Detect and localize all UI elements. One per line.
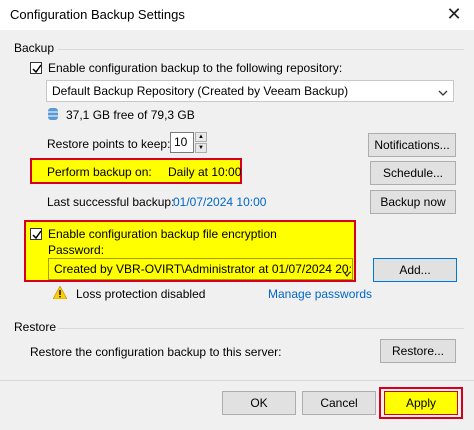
- password-select[interactable]: Created by VBR-OVIRT\Administrator at 01…: [48, 258, 353, 280]
- spin-up-icon[interactable]: ▲: [195, 132, 207, 142]
- checkmark-icon: [32, 230, 42, 240]
- window-title: Configuration Backup Settings: [10, 7, 185, 22]
- notifications-button[interactable]: Notifications...: [368, 133, 456, 157]
- cancel-button[interactable]: Cancel: [302, 391, 376, 415]
- chevron-down-icon: [343, 266, 351, 280]
- password-label: Password:: [48, 243, 105, 257]
- restore-description: Restore the configuration backup to this…: [30, 345, 282, 359]
- backup-now-button[interactable]: Backup now: [370, 190, 456, 214]
- free-space-text: 37,1 GB free of 79,3 GB: [66, 108, 195, 122]
- backup-group-divider: [58, 49, 464, 50]
- enable-encryption-checkbox[interactable]: [30, 228, 42, 240]
- restore-group-divider: [58, 328, 464, 329]
- ok-button[interactable]: OK: [222, 391, 296, 415]
- restore-points-label: Restore points to keep:: [47, 137, 171, 151]
- repository-value: Default Backup Repository (Created by Ve…: [52, 84, 349, 98]
- perform-backup-value: Daily at 10:00: [168, 165, 242, 179]
- checkmark-icon: [32, 64, 42, 74]
- footer-divider: [0, 380, 474, 381]
- last-success-label: Last successful backup:: [47, 195, 175, 209]
- warning-text: Loss protection disabled: [76, 287, 206, 301]
- password-value: Created by VBR-OVIRT\Administrator at 01…: [54, 262, 353, 276]
- perform-backup-label: Perform backup on:: [47, 165, 152, 179]
- backup-group-label: Backup: [14, 41, 55, 55]
- spin-down-icon[interactable]: ▼: [195, 143, 207, 153]
- repository-select[interactable]: Default Backup Repository (Created by Ve…: [46, 80, 454, 102]
- apply-button[interactable]: Apply: [384, 391, 458, 415]
- enable-encryption-label: Enable configuration backup file encrypt…: [48, 227, 277, 241]
- enable-backup-label: Enable configuration backup to the follo…: [48, 61, 343, 75]
- restore-group-label: Restore: [14, 320, 57, 334]
- restore-button[interactable]: Restore...: [380, 339, 456, 363]
- warning-icon: [52, 285, 68, 302]
- last-success-value: 01/07/2024 10:00: [173, 195, 267, 209]
- restore-points-input[interactable]: 10: [170, 132, 194, 153]
- chevron-down-icon: [438, 86, 448, 100]
- enable-backup-checkbox[interactable]: [30, 62, 42, 74]
- manage-passwords-link[interactable]: Manage passwords: [268, 287, 372, 301]
- add-password-button[interactable]: Add...: [373, 258, 457, 282]
- database-icon: [48, 107, 58, 124]
- close-icon[interactable]: ✕: [442, 3, 466, 25]
- schedule-button[interactable]: Schedule...: [370, 161, 456, 185]
